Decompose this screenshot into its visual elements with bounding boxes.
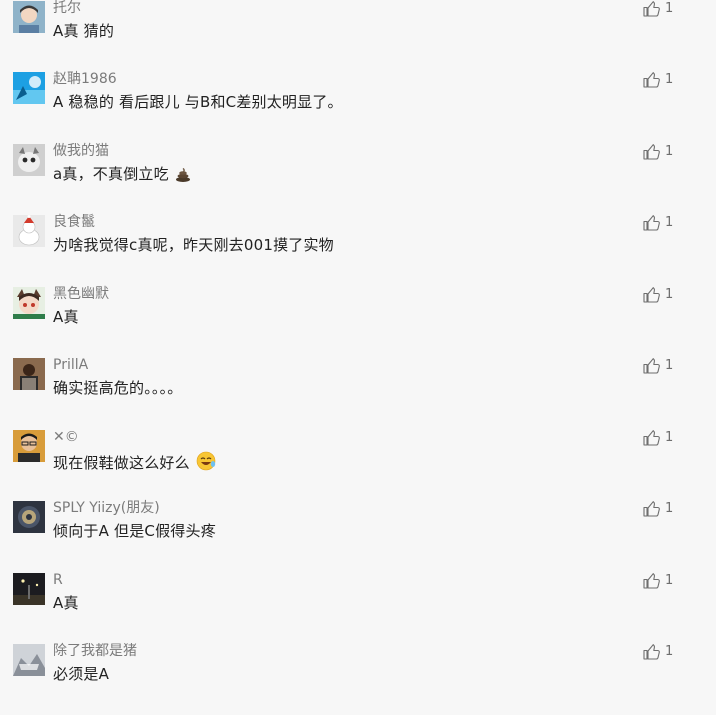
comment-text: a真，不真倒立吃 bbox=[53, 165, 191, 187]
like-button[interactable]: 1 bbox=[643, 143, 683, 163]
comment-text: A真 bbox=[53, 308, 79, 326]
commenter-name[interactable]: 黑色幽默 bbox=[53, 286, 109, 303]
comment-text-content: a真，不真倒立吃 bbox=[53, 165, 169, 183]
like-button[interactable]: 1 bbox=[643, 286, 683, 306]
poop-emoji-icon bbox=[175, 167, 191, 187]
comment-item: ✕© 现在假鞋做这么好么 1 bbox=[0, 429, 716, 501]
avatar[interactable] bbox=[13, 1, 45, 33]
like-count: 1 bbox=[665, 1, 674, 16]
comment-text: 确实挺高危的。。。。 bbox=[53, 379, 183, 397]
comment-item: 除了我都是猪 必须是A 1 bbox=[0, 643, 716, 715]
like-button[interactable]: 1 bbox=[643, 643, 683, 663]
thumbs-up-icon bbox=[643, 430, 660, 446]
avatar[interactable] bbox=[13, 72, 45, 104]
comment-text: 必须是A bbox=[53, 665, 110, 683]
like-button[interactable]: 1 bbox=[643, 500, 683, 520]
thumbs-up-icon bbox=[643, 215, 660, 231]
avatar[interactable] bbox=[13, 144, 45, 176]
comment-item: PrillA 确实挺高危的。。。。 1 bbox=[0, 357, 716, 429]
thumbs-up-icon bbox=[643, 72, 660, 88]
avatar[interactable] bbox=[13, 287, 45, 319]
comment-item: R A真 1 bbox=[0, 572, 716, 644]
commenter-name[interactable]: SPLY Yiizy(朋友) bbox=[53, 500, 160, 517]
commenter-name[interactable]: PrillA bbox=[53, 357, 88, 374]
like-count: 1 bbox=[665, 644, 674, 659]
comment-text: 倾向于A 但是C假得头疼 bbox=[53, 522, 216, 540]
like-button[interactable]: 1 bbox=[643, 429, 683, 449]
like-count: 1 bbox=[665, 72, 674, 87]
commenter-name[interactable]: 良食鬣 bbox=[53, 214, 95, 231]
avatar[interactable] bbox=[13, 573, 45, 605]
commenter-name[interactable]: R bbox=[53, 572, 63, 589]
comment-text: 为啥我觉得c真呢，昨天刚去001摸了实物 bbox=[53, 236, 334, 254]
comment-item: 赵聃1986 A 稳稳的 看后跟儿 与B和C差别太明显了。 1 bbox=[0, 71, 716, 143]
like-button[interactable]: 1 bbox=[643, 214, 683, 234]
comment-item: 良食鬣 为啥我觉得c真呢，昨天刚去001摸了实物 1 bbox=[0, 214, 716, 286]
thumbs-up-icon bbox=[643, 144, 660, 160]
comment-item: 做我的猫 a真，不真倒立吃 1 bbox=[0, 143, 716, 215]
avatar[interactable] bbox=[13, 644, 45, 676]
like-count: 1 bbox=[665, 358, 674, 373]
comment-item: SPLY Yiizy(朋友) 倾向于A 但是C假得头疼 1 bbox=[0, 500, 716, 572]
comment-text-content: 现在假鞋做这么好么 bbox=[53, 454, 190, 472]
thumbs-up-icon bbox=[643, 573, 660, 589]
thumbs-up-icon bbox=[643, 358, 660, 374]
like-count: 1 bbox=[665, 501, 674, 516]
commenter-name[interactable]: 托尔 bbox=[53, 0, 81, 17]
comment-list: 托尔 A真 猜的 1 赵聃1986 A 稳稳的 看后跟儿 与B和C差别太明显了。… bbox=[0, 0, 716, 690]
comment-item: 黑色幽默 A真 1 bbox=[0, 286, 716, 358]
comment-item: 托尔 A真 猜的 1 bbox=[0, 0, 716, 72]
like-count: 1 bbox=[665, 430, 674, 445]
commenter-name[interactable]: 做我的猫 bbox=[53, 143, 109, 160]
thumbs-up-icon bbox=[643, 1, 660, 17]
comment-text: A真 bbox=[53, 594, 79, 612]
comment-text: A真 猜的 bbox=[53, 22, 115, 40]
like-button[interactable]: 1 bbox=[643, 71, 683, 91]
commenter-name[interactable]: ✕© bbox=[53, 429, 79, 446]
comment-text: A 稳稳的 看后跟儿 与B和C差别太明显了。 bbox=[53, 93, 343, 111]
like-count: 1 bbox=[665, 287, 674, 302]
like-button[interactable]: 1 bbox=[643, 572, 683, 592]
avatar[interactable] bbox=[13, 215, 45, 247]
thumbs-up-icon bbox=[643, 501, 660, 517]
avatar[interactable] bbox=[13, 358, 45, 390]
avatar[interactable] bbox=[13, 430, 45, 462]
commenter-name[interactable]: 除了我都是猪 bbox=[53, 643, 137, 660]
like-count: 1 bbox=[665, 215, 674, 230]
comment-text: 现在假鞋做这么好么 bbox=[53, 451, 216, 476]
commenter-name[interactable]: 赵聃1986 bbox=[53, 71, 117, 88]
like-count: 1 bbox=[665, 573, 674, 588]
like-button[interactable]: 1 bbox=[643, 0, 683, 20]
thumbs-up-icon bbox=[643, 644, 660, 660]
avatar[interactable] bbox=[13, 501, 45, 533]
like-button[interactable]: 1 bbox=[643, 357, 683, 377]
thumbs-up-icon bbox=[643, 287, 660, 303]
laughing-emoji-icon bbox=[196, 451, 216, 476]
like-count: 1 bbox=[665, 144, 674, 159]
